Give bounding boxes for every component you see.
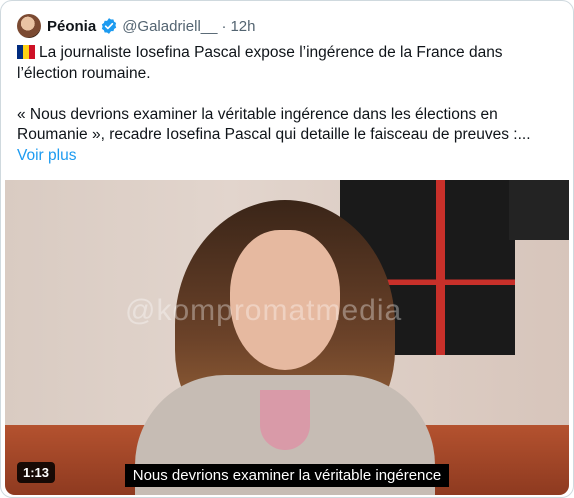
speaker-neckline bbox=[260, 390, 310, 450]
author-handle[interactable]: @Galadriell__ bbox=[122, 18, 217, 35]
see-more-link[interactable]: Voir plus bbox=[17, 147, 76, 164]
tweet-text: La journaliste Iosefina Pascal expose l’… bbox=[17, 43, 557, 166]
verified-badge-icon bbox=[100, 17, 118, 35]
separator-dot: · bbox=[221, 17, 227, 35]
tweet-paragraph-2: « Nous devrions examiner la véritable in… bbox=[17, 105, 557, 167]
author-name[interactable]: Péonia bbox=[47, 18, 96, 35]
tweet-card[interactable]: Péonia @Galadriell__ · 12h La journalist… bbox=[0, 0, 574, 498]
video-player[interactable]: @kompromatmedia Nous devrions examiner l… bbox=[5, 180, 569, 495]
video-subtitle: Nous devrions examiner la véritable ingé… bbox=[5, 464, 569, 487]
tweet-time[interactable]: 12h bbox=[230, 18, 255, 35]
avatar[interactable] bbox=[17, 14, 41, 38]
tweet-paragraph-1-text: La journaliste Iosefina Pascal expose l’… bbox=[17, 44, 503, 82]
romania-flag-icon bbox=[17, 45, 35, 59]
wall-poster-2 bbox=[509, 180, 569, 240]
video-subtitle-text: Nous devrions examiner la véritable ingé… bbox=[124, 464, 450, 487]
speaker bbox=[135, 200, 435, 495]
video-watermark: @kompromatmedia bbox=[125, 294, 403, 327]
tweet-header: Péonia @Galadriell__ · 12h bbox=[17, 13, 256, 39]
tweet-paragraph-2-text: « Nous devrions examiner la véritable in… bbox=[17, 105, 531, 144]
tweet-paragraph-1: La journaliste Iosefina Pascal expose l’… bbox=[17, 43, 557, 84]
video-duration-badge: 1:13 bbox=[17, 462, 56, 483]
